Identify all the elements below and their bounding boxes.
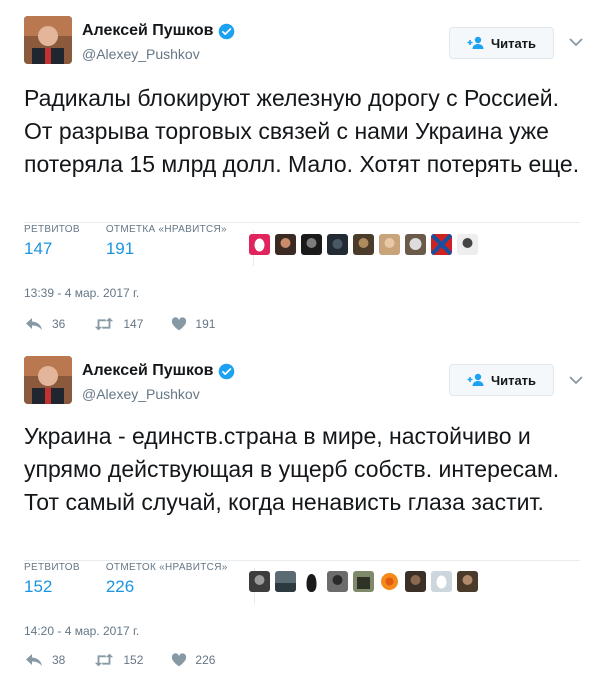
tweet: Алексей Пушков @Alexey_Pushkov Читать Ук…	[0, 340, 604, 692]
retweet-icon	[95, 317, 114, 331]
liker-avatar[interactable]	[353, 234, 374, 255]
liker-avatar[interactable]	[249, 571, 270, 592]
liker-avatar[interactable]	[327, 571, 348, 592]
reply-count: 36	[52, 317, 66, 331]
liker-avatar[interactable]	[275, 234, 296, 255]
reply-count: 38	[52, 653, 66, 667]
heart-icon	[172, 653, 187, 667]
likers-list	[249, 571, 483, 592]
retweets-stat[interactable]: РЕТВИТОВ 147	[24, 224, 80, 272]
add-user-icon	[467, 373, 484, 386]
likes-count: 226	[105, 577, 135, 596]
heart-icon	[172, 317, 187, 331]
like-button[interactable]: 191	[171, 316, 215, 332]
reply-icon	[26, 318, 42, 330]
like-button[interactable]: 226	[171, 652, 215, 668]
liker-avatar[interactable]	[431, 234, 452, 255]
follow-button-label: Читать	[490, 35, 537, 51]
retweets-count: 152	[24, 577, 53, 596]
tweet: Алексей Пушков @Alexey_Pushkov Читать Ра…	[0, 0, 604, 340]
likes-stat[interactable]: ОТМЕТКА «НРАВИТСЯ» 191	[106, 224, 227, 272]
liker-avatar[interactable]	[301, 234, 322, 255]
follow-button-label: Читать	[490, 372, 537, 388]
liker-avatar[interactable]	[457, 234, 478, 255]
timestamp[interactable]: 13:39 - 4 мар. 2017 г.	[24, 286, 139, 300]
tweet-stats: РЕТВИТОВ 147 ОТМЕТКА «НРАВИТСЯ» 191	[24, 224, 268, 272]
liker-avatar[interactable]	[249, 234, 270, 255]
liker-avatar[interactable]	[457, 571, 478, 592]
chevron-down-icon[interactable]	[568, 36, 584, 48]
likes-stat[interactable]: ОТМЕТОК «НРАВИТСЯ» 226	[106, 562, 228, 610]
avatar[interactable]	[24, 16, 72, 64]
verified-badge-icon	[219, 363, 235, 379]
retweets-label: РЕТВИТОВ	[24, 224, 80, 235]
retweets-count: 147	[24, 239, 53, 258]
liker-avatar[interactable]	[405, 234, 426, 255]
tweet-text: Радикалы блокируют железную дорогу с Рос…	[24, 85, 580, 177]
timestamp[interactable]: 14:20 - 4 мар. 2017 г.	[24, 624, 139, 638]
chevron-down-icon[interactable]	[568, 374, 584, 386]
tweet-text: Украина - единств.страна в мире, настойч…	[24, 423, 560, 515]
author-name[interactable]: Алексей Пушков	[82, 362, 213, 380]
retweet-count: 147	[123, 317, 144, 331]
verified-badge-icon	[219, 23, 235, 39]
add-user-icon	[467, 36, 484, 49]
like-count: 226	[195, 653, 216, 667]
retweet-count: 152	[123, 653, 144, 667]
liker-avatar[interactable]	[379, 571, 400, 592]
likes-label: ОТМЕТОК «НРАВИТСЯ»	[105, 562, 228, 573]
liker-avatar[interactable]	[275, 571, 296, 592]
retweet-button[interactable]: 152	[93, 652, 143, 668]
likes-count: 191	[105, 239, 135, 258]
tweet-actions: 36 147 191	[24, 316, 243, 332]
avatar[interactable]	[24, 356, 72, 404]
retweets-stat[interactable]: РЕТВИТОВ 152	[24, 562, 80, 610]
author-handle[interactable]: @Alexey_Pushkov	[82, 46, 200, 62]
tweet-actions: 38 152 226	[24, 652, 243, 668]
divider	[24, 560, 580, 561]
liker-avatar[interactable]	[327, 234, 348, 255]
likes-label: ОТМЕТКА «НРАВИТСЯ»	[105, 224, 227, 235]
retweet-button[interactable]: 147	[93, 316, 143, 332]
follow-button[interactable]: Читать	[449, 27, 554, 59]
divider	[24, 222, 580, 223]
reply-button[interactable]: 38	[24, 652, 65, 668]
liker-avatar[interactable]	[431, 571, 452, 592]
liker-avatar[interactable]	[353, 571, 374, 592]
reply-button[interactable]: 36	[24, 316, 65, 332]
liker-avatar[interactable]	[379, 234, 400, 255]
like-count: 191	[195, 317, 216, 331]
likers-list	[249, 234, 483, 255]
reply-icon	[26, 654, 42, 666]
retweets-label: РЕТВИТОВ	[24, 562, 80, 573]
author-name[interactable]: Алексей Пушков	[82, 22, 213, 40]
retweet-icon	[95, 653, 114, 667]
follow-button[interactable]: Читать	[449, 364, 554, 396]
liker-avatar[interactable]	[405, 571, 426, 592]
author-handle[interactable]: @Alexey_Pushkov	[82, 386, 200, 402]
tweet-stats: РЕТВИТОВ 152 ОТМЕТОК «НРАВИТСЯ» 226	[24, 562, 269, 610]
liker-avatar[interactable]	[301, 571, 322, 592]
